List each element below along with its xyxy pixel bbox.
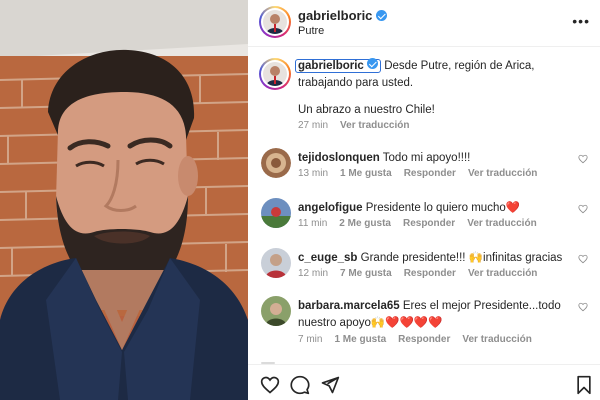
comment-meta: 7 min 1 Me gusta Responder Ver traducció… (298, 334, 532, 345)
avatar-image (261, 296, 291, 326)
caption-username-text[interactable]: gabrielboric (298, 60, 364, 72)
commenter-avatar[interactable] (261, 198, 291, 228)
comment-username[interactable]: barbara.marcela65 (298, 300, 400, 312)
comment-username[interactable]: tejidoslonquen (298, 152, 380, 164)
post-media[interactable] (0, 0, 248, 400)
post-header: gabrielboric Putre ••• (248, 0, 600, 47)
caption-avatar[interactable] (259, 58, 291, 90)
author-avatar[interactable] (259, 6, 291, 38)
reply-button[interactable]: Responder (403, 218, 455, 229)
comment-time[interactable]: 7 min (298, 334, 322, 345)
avatar-image (261, 148, 291, 178)
share-icon[interactable] (320, 375, 340, 395)
avatar-image (261, 248, 291, 278)
avatar-image (261, 198, 291, 228)
author-username-text[interactable]: gabrielboric (298, 8, 372, 23)
comment-body: tejidoslonquen Todo mi apoyo!!!! (298, 150, 590, 167)
post-location[interactable]: Putre (298, 25, 324, 37)
comment-time[interactable]: 11 min (298, 218, 327, 229)
comment-likes[interactable]: 7 Me gusta (340, 268, 392, 279)
more-options-icon[interactable]: ••• (572, 14, 590, 28)
comment-text: Grande presidente!!! 🙌infinitas gracias (360, 252, 563, 264)
comment-meta: 12 min 7 Me gusta Responder Ver traducci… (298, 268, 537, 279)
caption-body: gabrielboric Desde Putre, región de Aric… (295, 58, 590, 119)
comment-time[interactable]: 12 min (298, 268, 328, 279)
like-comment-heart-icon[interactable] (578, 254, 588, 264)
translate-button[interactable]: Ver traducción (462, 334, 531, 345)
commenter-avatar[interactable] (261, 148, 291, 178)
reply-button[interactable]: Responder (398, 334, 450, 345)
translate-button[interactable]: Ver traducción (467, 218, 536, 229)
comment-icon[interactable] (290, 375, 310, 395)
comments-list[interactable]: gabrielboric Desde Putre, región de Aric… (248, 48, 600, 363)
post-side-panel: gabrielboric Putre ••• gabrielboric Desd… (248, 0, 600, 400)
avatar-image (263, 10, 287, 34)
comment-time[interactable]: 13 min (298, 168, 328, 179)
comment-username[interactable]: angelofigue (298, 202, 363, 214)
verified-badge-icon (376, 10, 388, 21)
translate-button[interactable]: Ver traducción (468, 168, 537, 179)
translate-button[interactable]: Ver traducción (468, 268, 537, 279)
comment-meta: 11 min 2 Me gusta Responder Ver traducci… (298, 218, 537, 229)
comment-meta: 13 min 1 Me gusta Responder Ver traducci… (298, 168, 537, 179)
like-comment-heart-icon[interactable] (578, 154, 588, 164)
caption-username[interactable]: gabrielboric (295, 58, 382, 73)
comment-likes[interactable]: 2 Me gusta (339, 218, 391, 229)
avatar-image (263, 62, 287, 86)
comment-body: barbara.marcela65 Eres el mejor Presiden… (298, 298, 590, 332)
caption-meta: 27 min Ver traducción (298, 120, 409, 131)
caption-time[interactable]: 27 min (298, 120, 328, 131)
comment-likes[interactable]: 1 Me gusta (334, 334, 386, 345)
heart-icon[interactable] (260, 375, 280, 395)
caption-text-2: Un abrazo a nuestro Chile! (298, 104, 435, 116)
commenter-avatar[interactable] (261, 248, 291, 278)
reply-button[interactable]: Responder (404, 268, 456, 279)
reply-button[interactable]: Responder (404, 168, 456, 179)
commenter-avatar[interactable] (261, 296, 291, 326)
comment-text: Todo mi apoyo!!!! (382, 152, 471, 164)
verified-badge-icon (367, 58, 379, 69)
comment-text: Presidente lo quiero mucho❤️ (365, 202, 521, 214)
comment-body: angelofigue Presidente lo quiero mucho❤️ (298, 200, 590, 217)
post-action-bar (248, 364, 600, 400)
comment-username[interactable]: c_euge_sb (298, 252, 357, 264)
bookmark-icon[interactable] (574, 375, 594, 395)
like-comment-heart-icon[interactable] (578, 204, 588, 214)
translate-button[interactable]: Ver traducción (340, 120, 409, 131)
comment-likes[interactable]: 1 Me gusta (340, 168, 392, 179)
author-username[interactable]: gabrielboric (298, 8, 388, 23)
video-frame-image (0, 0, 248, 400)
like-comment-heart-icon[interactable] (578, 302, 588, 312)
comment-body: c_euge_sb Grande presidente!!! 🙌infinita… (298, 250, 590, 267)
